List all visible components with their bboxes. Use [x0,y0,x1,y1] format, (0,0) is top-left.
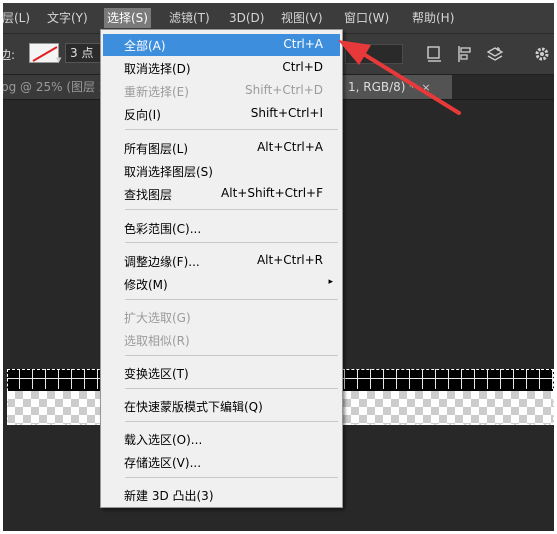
photoshop-window: 层(L) 文字(Y) 选择(S) 滤镜(T) 3D(D) 视图(V) 窗口(W)… [3,3,554,531]
annotation-arrow-icon [338,40,461,115]
